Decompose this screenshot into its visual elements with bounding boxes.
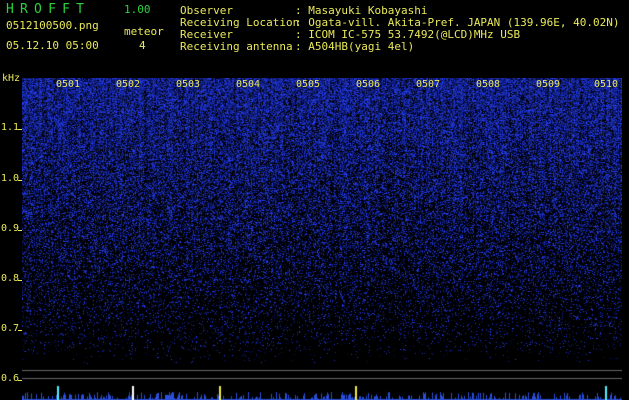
y-tick-label: 0.8 — [1, 273, 20, 284]
info-label: Receiver — [180, 28, 233, 41]
info-label: Receiving antenna — [180, 40, 293, 53]
time-minute-label: 0501 — [56, 79, 81, 90]
y-tick-label: 1.0 — [1, 173, 20, 184]
time-minute-label: 0505 — [296, 79, 321, 90]
y-tick-label: 0.9 — [1, 223, 20, 234]
filename-label: 0512100500.png — [6, 19, 99, 32]
y-tick-label: 1.1 — [1, 122, 20, 133]
info-line-antenna: Receiving antenna: A504HB(yagi 4el) — [180, 40, 415, 53]
spectrogram-waterfall — [22, 78, 622, 400]
app-title: HROFFT — [6, 2, 91, 17]
app-version: 1.00 — [124, 3, 151, 16]
meteor-label: meteor — [124, 25, 164, 38]
time-minute-label: 0503 — [176, 79, 201, 90]
info-label: Receiving Location — [180, 16, 300, 29]
time-minute-label: 0507 — [416, 79, 441, 90]
info-label: Observer — [180, 4, 233, 17]
time-minute-label: 0508 — [476, 79, 501, 90]
time-minute-label: 0509 — [536, 79, 561, 90]
y-axis-unit: kHz — [2, 73, 21, 84]
time-minute-label: 0502 — [116, 79, 141, 90]
info-line-observer: Observer: Masayuki Kobayashi — [180, 4, 428, 17]
datetime-label: 05.12.10 05:00 — [6, 39, 99, 52]
time-minute-label: 0510 — [594, 79, 619, 90]
info-line-location: Receiving Location: Ogata-vill. Akita-Pr… — [180, 16, 620, 29]
info-value: A504HB(yagi 4el) — [308, 40, 415, 53]
info-line-receiver: Receiver: ICOM IC-575 53.7492(@LCD)MHz U… — [180, 28, 521, 41]
header-panel: HROFFT 1.00 0512100500.png 05.12.10 05:0… — [0, 0, 629, 72]
time-minute-label: 0506 — [356, 79, 381, 90]
time-minute-label: 0504 — [236, 79, 261, 90]
y-tick-label: 0.7 — [1, 323, 20, 334]
meteor-count: 4 — [139, 39, 146, 52]
y-tick-label: 0.6 — [1, 373, 20, 384]
